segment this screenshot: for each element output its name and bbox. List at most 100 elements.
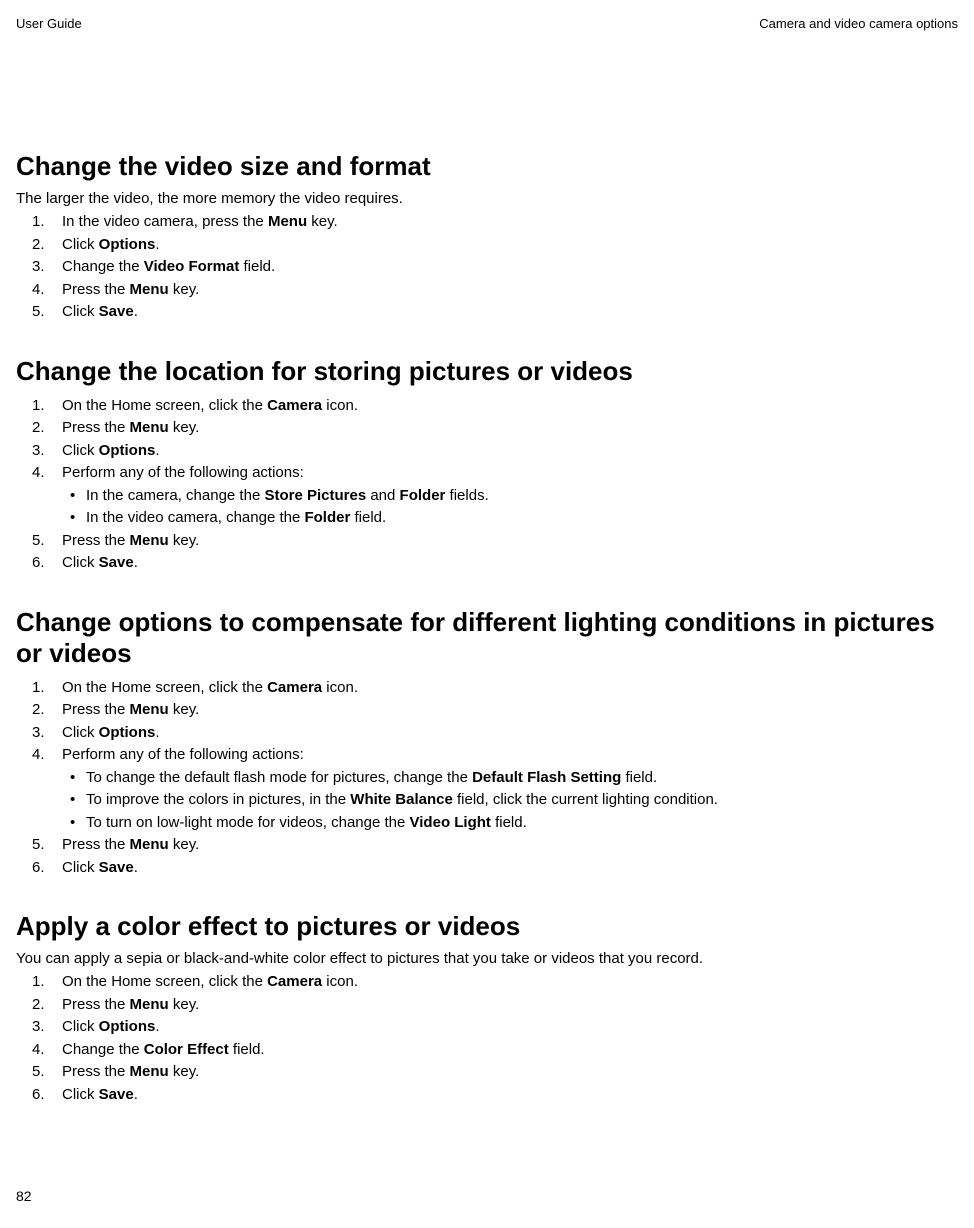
section-storage-location: Change the location for storing pictures… (16, 356, 958, 575)
step-text: . (134, 859, 138, 876)
substep-text: In the video camera, change the (86, 509, 304, 526)
step-item: Press the Menu key. (16, 1061, 958, 1084)
step-item: Perform any of the following actions: To… (16, 744, 958, 834)
step-text: . (134, 303, 138, 320)
step-text: Change the (62, 258, 144, 275)
step-bold: Menu (130, 996, 169, 1013)
step-text: icon. (322, 973, 358, 990)
step-text: field. (229, 1041, 265, 1058)
step-item: In the video camera, press the Menu key. (16, 211, 958, 234)
substep-bold: Video Light (410, 814, 491, 831)
substep-item: In the video camera, change the Folder f… (62, 507, 958, 530)
step-text: Click (62, 1018, 99, 1035)
step-text: Perform any of the following actions: (62, 464, 304, 481)
substeps-list: In the camera, change the Store Pictures… (62, 485, 958, 530)
step-item: On the Home screen, click the Camera ico… (16, 677, 958, 700)
substep-text: field. (621, 769, 657, 786)
header-left: User Guide (16, 16, 82, 31)
step-text: . (155, 724, 159, 741)
step-item: Press the Menu key. (16, 994, 958, 1017)
step-text: In the video camera, press the (62, 213, 268, 230)
step-bold: Menu (268, 213, 307, 230)
header-right: Camera and video camera options (759, 16, 958, 31)
substep-item: To change the default flash mode for pic… (62, 767, 958, 790)
substep-item: To improve the colors in pictures, in th… (62, 789, 958, 812)
step-text: key. (169, 996, 200, 1013)
step-bold: Options (99, 724, 156, 741)
step-text: Click (62, 1086, 99, 1103)
substep-text: To turn on low-light mode for videos, ch… (86, 814, 410, 831)
step-text: Press the (62, 701, 130, 718)
steps-list: In the video camera, press the Menu key.… (16, 211, 958, 324)
steps-list: On the Home screen, click the Camera ico… (16, 395, 958, 575)
step-text: . (134, 554, 138, 571)
step-text: icon. (322, 679, 358, 696)
step-text: key. (169, 281, 200, 298)
step-bold: Video Format (144, 258, 240, 275)
step-text: . (155, 236, 159, 253)
substep-text: fields. (445, 487, 488, 504)
section-video-size-format: Change the video size and format The lar… (16, 151, 958, 324)
substep-text: To improve the colors in pictures, in th… (86, 791, 350, 808)
step-bold: Color Effect (144, 1041, 229, 1058)
step-item: Click Options. (16, 1016, 958, 1039)
step-item: Change the Color Effect field. (16, 1039, 958, 1062)
step-text: key. (169, 419, 200, 436)
step-item: Click Save. (16, 857, 958, 880)
step-bold: Menu (130, 1063, 169, 1080)
section-title: Change the video size and format (16, 151, 958, 182)
section-color-effect: Apply a color effect to pictures or vide… (16, 911, 958, 1106)
step-bold: Options (99, 236, 156, 253)
substep-bold: Folder (304, 509, 350, 526)
step-text: key. (307, 213, 338, 230)
step-bold: Menu (130, 419, 169, 436)
step-bold: Save (99, 859, 134, 876)
step-text: Press the (62, 1063, 130, 1080)
step-text: Press the (62, 532, 130, 549)
step-item: Click Options. (16, 722, 958, 745)
step-text: On the Home screen, click the (62, 973, 267, 990)
step-item: Click Save. (16, 552, 958, 575)
substep-bold: White Balance (350, 791, 453, 808)
step-bold: Options (99, 442, 156, 459)
step-text: Click (62, 236, 99, 253)
step-bold: Camera (267, 973, 322, 990)
step-item: Change the Video Format field. (16, 256, 958, 279)
substep-text: field, click the current lighting condit… (453, 791, 718, 808)
substep-text: and (366, 487, 399, 504)
step-bold: Save (99, 303, 134, 320)
step-item: Press the Menu key. (16, 530, 958, 553)
step-item: Press the Menu key. (16, 279, 958, 302)
step-text: field. (239, 258, 275, 275)
substeps-list: To change the default flash mode for pic… (62, 767, 958, 835)
section-intro: You can apply a sepia or black-and-white… (16, 950, 958, 967)
step-bold: Menu (130, 701, 169, 718)
step-text: . (155, 442, 159, 459)
step-item: Click Options. (16, 440, 958, 463)
step-text: Click (62, 859, 99, 876)
step-text: key. (169, 532, 200, 549)
steps-list: On the Home screen, click the Camera ico… (16, 677, 958, 880)
step-text: Perform any of the following actions: (62, 746, 304, 763)
substep-bold: Store Pictures (264, 487, 366, 504)
step-item: Click Options. (16, 234, 958, 257)
steps-list: On the Home screen, click the Camera ico… (16, 971, 958, 1106)
step-text: Click (62, 724, 99, 741)
step-text: On the Home screen, click the (62, 397, 267, 414)
step-item: Click Save. (16, 1084, 958, 1107)
step-bold: Menu (130, 532, 169, 549)
step-item: Perform any of the following actions: In… (16, 462, 958, 530)
step-text: icon. (322, 397, 358, 414)
substep-text: To change the default flash mode for pic… (86, 769, 472, 786)
step-bold: Camera (267, 679, 322, 696)
section-title: Change the location for storing pictures… (16, 356, 958, 387)
section-title: Change options to compensate for differe… (16, 607, 958, 669)
step-bold: Save (99, 1086, 134, 1103)
page-header: User Guide Camera and video camera optio… (16, 16, 958, 31)
substep-text: In the camera, change the (86, 487, 264, 504)
step-text: key. (169, 1063, 200, 1080)
step-item: Press the Menu key. (16, 834, 958, 857)
page-number: 82 (16, 1188, 32, 1204)
substep-item: In the camera, change the Store Pictures… (62, 485, 958, 508)
step-text: . (134, 1086, 138, 1103)
